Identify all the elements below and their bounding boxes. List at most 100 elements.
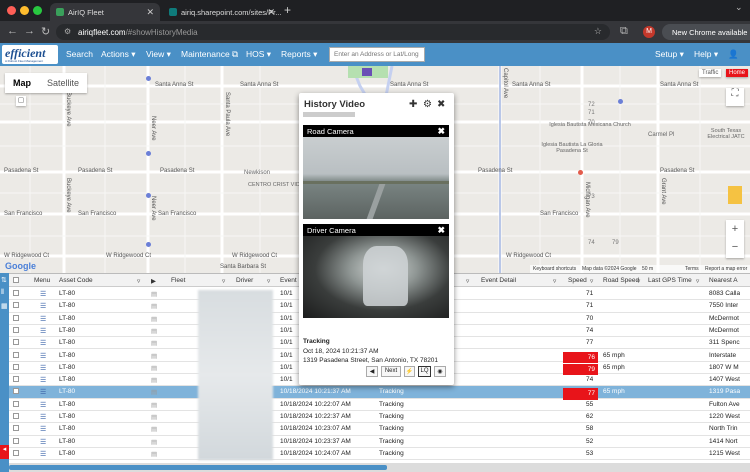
col-fleet[interactable]: Fleet: [171, 277, 185, 284]
grid-horizontal-scrollbar[interactable]: [9, 463, 750, 472]
col-last-gps-time[interactable]: Last GPS Time: [648, 277, 692, 284]
table-row[interactable]: ☰ LT-80 ▤ 10/18/2024 10:24:07 AM Tracking 53 1…: [0, 448, 750, 461]
col-menu[interactable]: Menu: [34, 277, 50, 284]
row-checkbox[interactable]: [13, 339, 19, 346]
filter-icon[interactable]: ▿: [222, 277, 225, 285]
map-marker-icon[interactable]: [146, 242, 151, 247]
zoom-out-icon[interactable]: −: [726, 238, 744, 256]
row-checkbox[interactable]: [13, 290, 19, 296]
fullscreen-icon[interactable]: ⛶: [726, 88, 744, 106]
extensions-icon[interactable]: ⧉: [620, 25, 628, 38]
filter-icon[interactable]: ▿: [590, 277, 593, 285]
row-menu-icon[interactable]: ☰: [40, 364, 46, 372]
row-menu-icon[interactable]: ☰: [40, 413, 46, 421]
col-event[interactable]: Event: [280, 277, 297, 284]
row-checkbox[interactable]: [13, 351, 19, 358]
col-road-speed[interactable]: Road Speed: [603, 277, 639, 284]
tab-search-icon[interactable]: ⌄: [735, 2, 743, 13]
video-thumbnail-icon[interactable]: ▤: [151, 302, 157, 310]
bookmark-star-icon[interactable]: ☆: [594, 26, 602, 37]
user-icon[interactable]: 👤: [728, 49, 739, 60]
row-checkbox[interactable]: [13, 449, 19, 456]
filter-icon[interactable]: ▿: [637, 277, 640, 285]
video-thumbnail-icon[interactable]: ▤: [151, 388, 157, 396]
lightning-icon[interactable]: ⚡: [404, 366, 415, 377]
back-icon[interactable]: ←: [7, 25, 18, 37]
close-icon[interactable]: ✖: [437, 99, 445, 110]
reload-icon[interactable]: ↻: [41, 25, 50, 38]
terms-link[interactable]: Terms: [685, 266, 699, 272]
row-menu-icon[interactable]: ☰: [40, 376, 46, 384]
minimize-window-icon[interactable]: [20, 6, 29, 15]
video-thumbnail-icon[interactable]: ▤: [151, 376, 157, 384]
table-row[interactable]: ☰ LT-80 ▤ 10/18/2024 10:22:37 AM Tracking 62 1…: [0, 411, 750, 424]
row-menu-icon[interactable]: ☰: [40, 327, 46, 335]
grid-tool-icon[interactable]: ⫴: [1, 289, 4, 297]
menu-hos[interactable]: HOS ▾: [246, 49, 271, 60]
keyboard-shortcuts-link[interactable]: Keyboard shortcuts: [533, 266, 576, 272]
home-button[interactable]: Home: [726, 69, 749, 77]
row-checkbox[interactable]: [13, 363, 19, 370]
menu-maintenance[interactable]: Maintenance ⧉: [181, 49, 238, 60]
profile-avatar[interactable]: M: [643, 26, 655, 38]
site-info-icon[interactable]: ⚙: [64, 27, 71, 36]
map-marker-icon[interactable]: [146, 193, 151, 198]
previous-button[interactable]: ◀: [366, 366, 378, 377]
row-menu-icon[interactable]: ☰: [40, 388, 46, 396]
filter-icon[interactable]: ▿: [137, 277, 140, 285]
filter-icon[interactable]: ▿: [553, 277, 556, 285]
satellite-button[interactable]: Satellite: [39, 73, 87, 93]
col-nearest-address[interactable]: Nearest A: [709, 277, 738, 284]
collapse-grid-button[interactable]: ◂: [0, 445, 9, 459]
filter-icon[interactable]: ▿: [696, 277, 699, 285]
close-tab-icon[interactable]: ✕: [267, 7, 275, 18]
row-menu-icon[interactable]: ☰: [40, 438, 46, 446]
video-column-icon[interactable]: ▶: [151, 277, 156, 285]
video-thumbnail-icon[interactable]: ▤: [151, 425, 157, 433]
row-menu-icon[interactable]: ☰: [40, 302, 46, 310]
video-thumbnail-icon[interactable]: ▤: [151, 315, 157, 323]
map-marker-icon[interactable]: [146, 151, 151, 156]
row-menu-icon[interactable]: ☰: [40, 290, 46, 298]
table-row[interactable]: ☰ LT-80 ▤ 10/18/2024 10:21:37 AM Tracking 77 6…: [0, 386, 750, 400]
new-chrome-available-button[interactable]: New Chrome available ⋮: [662, 24, 750, 40]
maximize-window-icon[interactable]: [33, 6, 42, 15]
col-asset-code[interactable]: Asset Code: [59, 277, 93, 284]
close-tab-icon[interactable]: ✕: [146, 7, 154, 18]
row-checkbox[interactable]: [13, 302, 19, 309]
table-row[interactable]: ☰ LT-80 ▤ 10/18/2024 10:23:07 AM Tracking 58 N…: [0, 423, 750, 436]
menu-actions[interactable]: Actions ▾: [101, 49, 136, 60]
menu-reports[interactable]: Reports ▾: [281, 49, 317, 60]
table-row[interactable]: ☰ LT-80 ▤ 10/18/2024 10:23:37 AM Tracking 52 1…: [0, 436, 750, 448]
record-icon[interactable]: ◉: [434, 366, 446, 377]
row-checkbox[interactable]: [13, 425, 19, 432]
row-checkbox[interactable]: [13, 437, 19, 444]
close-road-camera-icon[interactable]: ✖: [437, 126, 445, 137]
menu-search[interactable]: Search: [66, 49, 93, 59]
address-bar[interactable]: ⚙ airiqfleet.com/#showHistoryMedia ☆: [56, 24, 610, 40]
video-thumbnail-icon[interactable]: ▤: [151, 413, 157, 421]
scrollbar-thumb[interactable]: [9, 465, 387, 470]
video-thumbnail-icon[interactable]: ▤: [151, 401, 157, 409]
close-driver-camera-icon[interactable]: ✖: [437, 225, 445, 236]
browser-tab-airiq[interactable]: AirIQ Fleet ✕: [50, 3, 160, 21]
row-menu-icon[interactable]: ☰: [40, 352, 46, 360]
report-map-error-link[interactable]: Report a map error: [705, 266, 747, 272]
row-checkbox[interactable]: [13, 376, 19, 383]
video-thumbnail-icon[interactable]: ▤: [151, 438, 157, 446]
menu-view[interactable]: View ▾: [146, 49, 171, 60]
row-checkbox[interactable]: [13, 413, 19, 419]
map-marker-icon[interactable]: [146, 76, 151, 81]
col-driver[interactable]: Driver: [236, 277, 253, 284]
add-icon[interactable]: ✚: [409, 99, 417, 110]
menu-help[interactable]: Help ▾: [694, 49, 718, 60]
next-button[interactable]: Next: [381, 366, 401, 377]
map-marker-icon[interactable]: [618, 99, 623, 104]
close-window-icon[interactable]: [7, 6, 16, 15]
gear-icon[interactable]: ⚙: [423, 99, 432, 110]
efficient-logo[interactable]: efficient A Robust Fleet Management: [2, 45, 58, 64]
video-thumbnail-icon[interactable]: ▤: [151, 450, 157, 458]
row-menu-icon[interactable]: ☰: [40, 401, 46, 409]
address-search-input[interactable]: Enter an Address or Lat/Long: [329, 47, 425, 62]
row-menu-icon[interactable]: ☰: [40, 450, 46, 458]
